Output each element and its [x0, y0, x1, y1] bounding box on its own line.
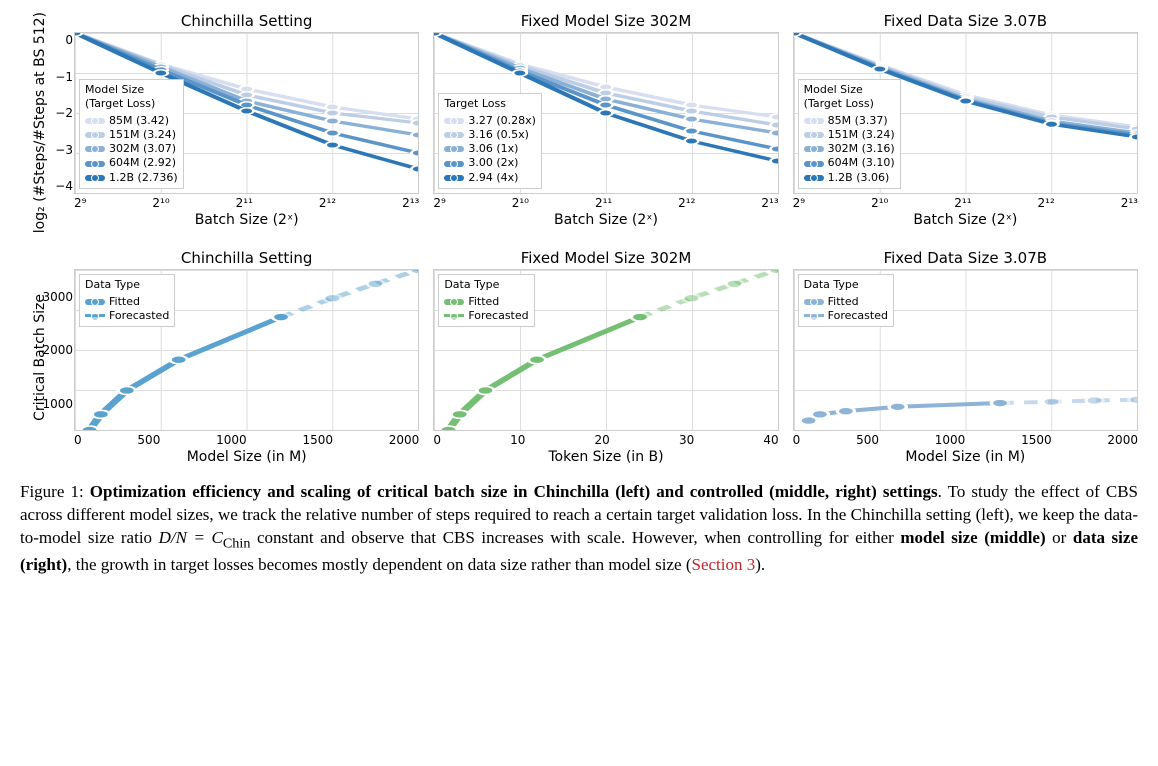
- x-axis-ticks: 0500100015002000: [793, 433, 1138, 447]
- caption-text: constant and observe that CBS increases …: [250, 528, 900, 547]
- legend: Model Size(Target Loss) 85M (3.42) 151M …: [79, 79, 184, 189]
- panel-title: Chinchilla Setting: [74, 249, 419, 267]
- panel-top-right: Fixed Data Size 3.07B Model Size(Target …: [793, 12, 1138, 233]
- x-axis-label: Model Size (in M): [74, 449, 419, 465]
- legend-title: Model Size(Target Loss): [804, 83, 895, 112]
- legend: Data Type Fitted Forecasted: [79, 274, 175, 327]
- panel-title: Chinchilla Setting: [74, 12, 419, 30]
- section-link[interactable]: Section 3: [691, 555, 755, 574]
- x-axis-ticks: 0500100015002000: [74, 433, 419, 447]
- caption-bold2: model size (middle): [900, 528, 1045, 547]
- panel-top-left: Chinchilla Setting 0−1−2−3−4 Model Size(…: [74, 12, 419, 233]
- x-axis-ticks: 2⁹2¹⁰2¹¹2¹²2¹³: [433, 196, 778, 210]
- legend-title: Target Loss: [444, 97, 536, 111]
- figure-caption: Figure 1: Optimization efficiency and sc…: [20, 481, 1138, 576]
- x-axis-label: Token Size (in B): [433, 449, 778, 465]
- legend-title: Data Type: [804, 278, 888, 292]
- panel-title: Fixed Model Size 302M: [433, 12, 778, 30]
- x-axis-label: Batch Size (2ˣ): [793, 212, 1138, 228]
- legend: Model Size(Target Loss) 85M (3.37) 151M …: [798, 79, 901, 189]
- caption-subscript: Chin: [223, 536, 251, 552]
- caption-text: , the growth in target losses becomes mo…: [67, 555, 691, 574]
- caption-math: D/N = C: [159, 528, 223, 547]
- caption-label: Figure 1:: [20, 482, 84, 501]
- panel-top-mid: Fixed Model Size 302M Target Loss 3.27 (…: [433, 12, 778, 233]
- caption-text: ).: [755, 555, 765, 574]
- x-axis-ticks: 2⁹2¹⁰2¹¹2¹²2¹³: [793, 196, 1138, 210]
- y-axis-ticks: 0−1−2−3−4: [41, 33, 73, 193]
- panel-title: Fixed Model Size 302M: [433, 249, 778, 267]
- panel-bot-right: Fixed Data Size 3.07B Data Type Fitted F…: [793, 249, 1138, 465]
- legend: Target Loss 3.27 (0.28x) 3.16 (0.5x) 3.0…: [438, 93, 542, 189]
- caption-text: or: [1046, 528, 1073, 547]
- caption-bold: Optimization efficiency and scaling of c…: [90, 482, 938, 501]
- panel-title: Fixed Data Size 3.07B: [793, 12, 1138, 30]
- legend: Data Type Fitted Forecasted: [438, 274, 534, 327]
- x-axis-ticks: 010203040: [433, 433, 778, 447]
- legend: Data Type Fitted Forecasted: [798, 274, 894, 327]
- legend-title: Model Size(Target Loss): [85, 83, 178, 112]
- legend-title: Data Type: [85, 278, 169, 292]
- panel-bot-mid: Fixed Model Size 302M Data Type Fitted F…: [433, 249, 778, 465]
- panel-title: Fixed Data Size 3.07B: [793, 249, 1138, 267]
- legend-title: Data Type: [444, 278, 528, 292]
- x-axis-label: Model Size (in M): [793, 449, 1138, 465]
- y-axis-ticks: 300020001000: [41, 270, 73, 430]
- figure-grid: log₂ (#Steps/#Steps at BS 512) Chinchill…: [20, 12, 1138, 465]
- x-axis-label: Batch Size (2ˣ): [433, 212, 778, 228]
- x-axis-ticks: 2⁹2¹⁰2¹¹2¹²2¹³: [74, 196, 419, 210]
- panel-bot-left: Chinchilla Setting 300020001000 Data Typ…: [74, 249, 419, 465]
- x-axis-label: Batch Size (2ˣ): [74, 212, 419, 228]
